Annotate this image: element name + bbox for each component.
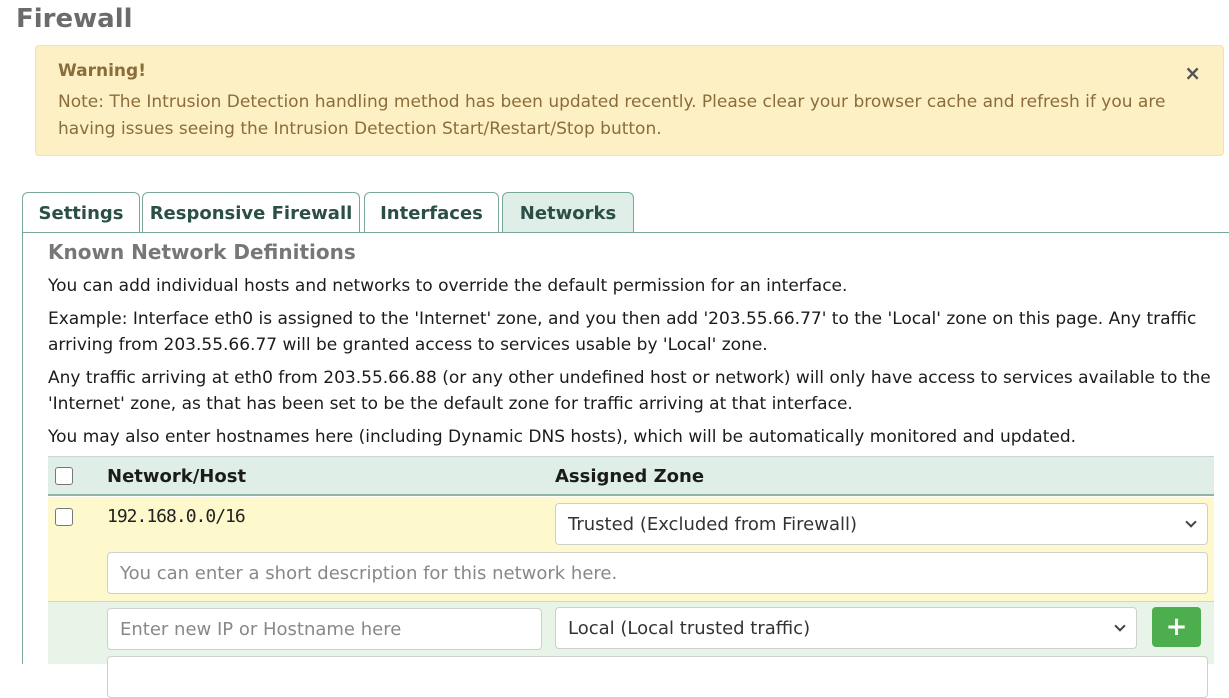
zone-select-value: Trusted (Excluded from Firewall) [568,513,858,535]
tab-divider [22,232,1229,233]
tab-interfaces[interactable]: Interfaces [364,192,499,233]
tab-responsive-firewall[interactable]: Responsive Firewall [142,192,360,233]
new-zone-select-value: Local (Local trusted traffic) [568,617,811,639]
network-host-value: 192.168.0.0/16 [107,506,246,527]
select-all-checkbox[interactable] [55,467,73,485]
description-placeholder: You can enter a short description for th… [120,562,618,584]
tab-networks[interactable]: Networks [502,192,634,233]
new-entry-row: Enter new IP or Hostname here Local (Loc… [48,601,1214,698]
table-header: Network/Host Assigned Zone [48,456,1214,496]
row-checkbox[interactable] [55,508,73,526]
help-paragraph: You may also enter hostnames here (inclu… [48,427,1077,447]
panel-border [22,232,23,664]
add-network-button[interactable]: + [1152,607,1201,647]
zone-select[interactable]: Trusted (Excluded from Firewall) [555,503,1208,545]
column-header-zone: Assigned Zone [555,466,705,487]
chevron-down-icon [1114,620,1126,632]
new-ip-input[interactable]: Enter new IP or Hostname here [107,608,542,650]
page-title: Firewall [16,4,133,34]
plus-icon: + [1165,612,1188,642]
table-row: 192.168.0.0/16 Trusted (Excluded from Fi… [48,497,1214,601]
warning-alert: Warning! Note: The Intrusion Detection h… [35,45,1224,156]
new-description-input[interactable] [107,656,1208,698]
description-input[interactable]: You can enter a short description for th… [107,552,1208,594]
new-ip-placeholder: Enter new IP or Hostname here [120,618,402,640]
help-paragraph: You can add individual hosts and network… [48,276,848,296]
alert-text: Note: The Intrusion Detection handling m… [58,92,1166,139]
chevron-down-icon [1185,516,1197,528]
tab-settings[interactable]: Settings [22,192,140,233]
help-paragraph: Any traffic arriving at eth0 from 203.55… [48,368,1211,414]
column-header-network: Network/Host [107,466,247,487]
close-icon[interactable]: × [1184,62,1201,84]
alert-heading: Warning! [58,61,146,81]
help-paragraph: Example: Interface eth0 is assigned to t… [48,309,1197,355]
section-title: Known Network Definitions [48,240,356,264]
new-zone-select[interactable]: Local (Local trusted traffic) [555,607,1137,649]
